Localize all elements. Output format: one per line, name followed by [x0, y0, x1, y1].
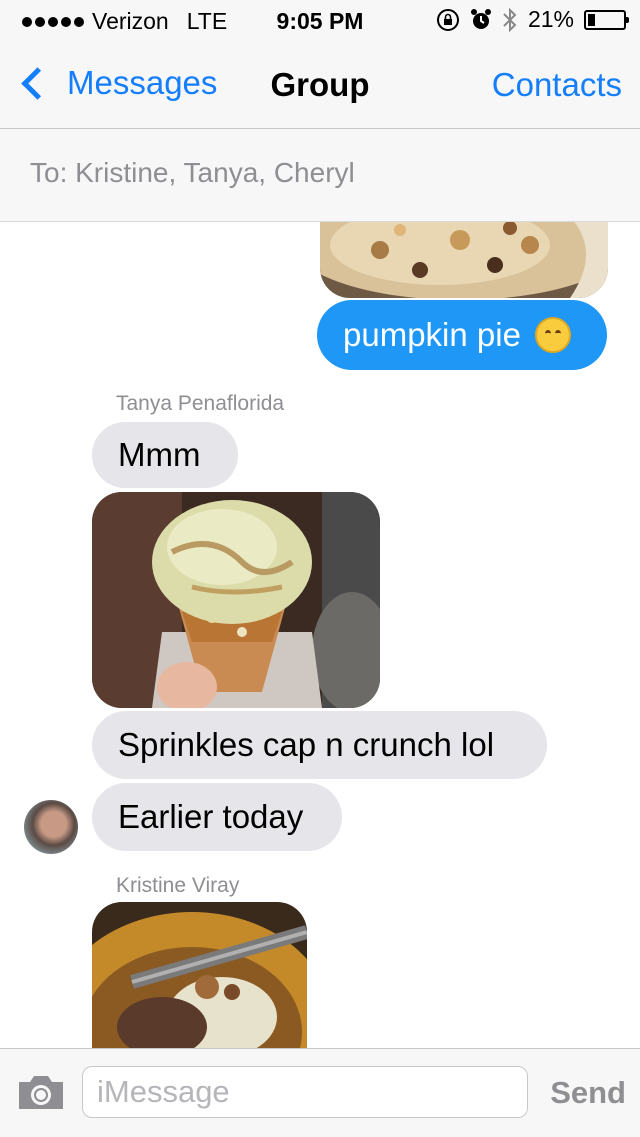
incoming-message[interactable]: Earlier today	[92, 783, 342, 851]
incoming-message[interactable]: Mmm	[92, 422, 238, 488]
message-text: pumpkin pie	[343, 316, 521, 353]
message-text: Sprinkles cap n crunch lol	[118, 726, 495, 763]
incoming-photo[interactable]	[92, 492, 380, 708]
sender-name: Tanya Penaflorida	[116, 392, 285, 415]
alarm-icon	[470, 8, 491, 29]
compose-bar: Send	[0, 1048, 640, 1137]
sender-name: Kristine Viray	[116, 874, 240, 897]
message-input[interactable]	[83, 1067, 527, 1117]
rotation-lock-icon	[436, 8, 459, 31]
battery-percent: 21%	[527, 6, 574, 32]
bluetooth-icon	[503, 7, 517, 32]
status-bar: Verizon LTE 9:05 PM 21%	[0, 0, 640, 40]
yum-emoji-icon	[534, 317, 571, 353]
recipients-label: To: Kristine, Tanya, Cheryl	[30, 157, 355, 188]
battery-icon	[584, 9, 629, 30]
incoming-message[interactable]: Sprinkles cap n crunch lol	[92, 711, 547, 779]
recipients-bar[interactable]: To: Kristine, Tanya, Cheryl	[0, 129, 640, 222]
battery-fill	[588, 13, 596, 26]
contacts-button[interactable]: Contacts	[492, 66, 622, 104]
outgoing-message[interactable]: pumpkin pie	[317, 300, 607, 370]
incoming-photo[interactable]	[92, 902, 307, 1048]
navigation-bar: Messages Group Contacts	[0, 40, 640, 129]
sender-avatar[interactable]	[24, 800, 78, 854]
message-input-field[interactable]	[82, 1066, 528, 1118]
camera-icon[interactable]	[16, 1073, 66, 1111]
send-button[interactable]: Send	[550, 1075, 626, 1111]
message-text: Earlier today	[118, 798, 304, 835]
message-text: Mmm	[118, 436, 201, 473]
